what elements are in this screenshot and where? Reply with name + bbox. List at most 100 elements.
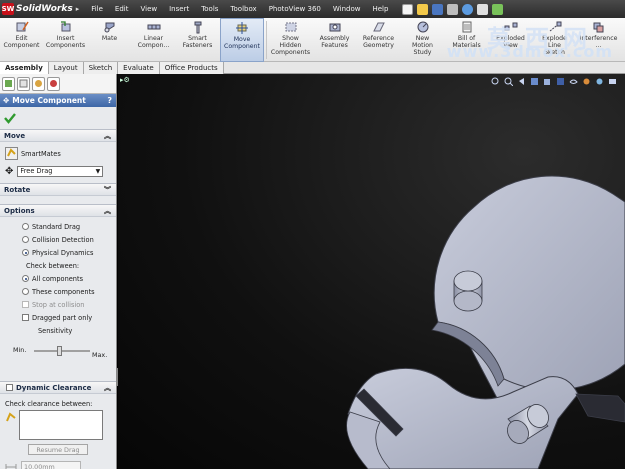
resume-drag-button[interactable]: Resume Drag [28,444,88,455]
display-manager-tab[interactable] [47,76,60,91]
property-manager-tab[interactable] [17,76,30,91]
menu-photoview[interactable]: PhotoView 360 [263,0,327,18]
assembly-model[interactable] [118,74,625,469]
physical-dynamics-option[interactable]: Physical Dynamics [22,246,111,259]
select-icon[interactable] [477,3,489,15]
smartmates-row[interactable]: SmartMates [5,146,111,161]
insert-components-icon [60,21,70,32]
stop-at-collision-checkbox[interactable] [22,301,29,308]
stop-at-collision-option[interactable]: Stop at collision [22,298,111,311]
menu-help[interactable]: Help [366,0,394,18]
fastener-icon [194,21,201,34]
menu-view[interactable]: View [134,0,163,18]
quick-access-toolbar [402,3,504,15]
collapse-chevron-icon[interactable]: ︽ [104,131,111,141]
smart-fasteners-button[interactable]: Smart Fasteners [176,18,220,62]
move-component-icon-small: ✥ [3,96,10,105]
tab-sketch[interactable]: Sketch [83,62,119,74]
options-group-title: Options [4,206,35,215]
move-group-body: SmartMates ✥ Free Drag ▼ [0,142,116,183]
expand-chevron-icon[interactable]: ︾ [104,185,111,195]
check-clearance-label: Check clearance between: [5,399,93,408]
menu-window[interactable]: Window [327,0,367,18]
standard-drag-option[interactable]: Standard Drag [22,220,111,233]
smartmates-label: SmartMates [21,149,61,158]
assembly-features-icon [329,23,340,32]
show-hidden-icon [285,22,296,32]
help-icon[interactable]: ? [107,96,112,105]
tab-layout[interactable]: Layout [48,62,84,74]
sensitivity-min-label: Min. [13,346,27,354]
new-document-icon[interactable] [402,3,414,15]
reference-geometry-button[interactable]: Reference Geometry [357,18,401,62]
standard-drag-radio[interactable] [22,223,29,230]
collision-detection-option[interactable]: Collision Detection [22,233,111,246]
edit-component-label: Edit Component [3,35,40,49]
app-logo[interactable]: SW SolidWorks ▸ [0,0,85,18]
mate-icon [104,22,114,33]
dragged-part-only-checkbox[interactable] [22,314,29,321]
options-group-header[interactable]: Options ︽ [0,204,116,217]
mate-button[interactable]: Mate [88,18,132,62]
property-manager-panel: ✥ Move Component ? Move ︽ SmartMates ✥ F… [0,74,117,469]
save-icon[interactable] [432,3,444,15]
clearance-selection-box[interactable] [19,410,103,440]
these-components-radio[interactable] [22,288,29,295]
physical-dynamics-radio[interactable] [22,249,29,256]
move-component-button[interactable]: Move Component [220,18,264,62]
smartmates-icon[interactable] [5,147,18,160]
smart-fasteners-label: Smart Fasteners [182,35,213,49]
rotate-group-header[interactable]: Rotate ︾ [0,183,116,196]
disk-pin[interactable] [453,270,483,312]
property-list-icon [19,79,28,88]
menu-toolbox[interactable]: Toolbox [224,0,262,18]
rebuild-icon[interactable] [492,3,504,15]
dropdown-arrow-icon: ▼ [95,167,101,175]
all-components-radio[interactable] [22,275,29,282]
dynamic-clearance-body: Check clearance between: Resume Drag 10.… [0,394,116,469]
all-components-option[interactable]: All components [22,272,111,285]
menu-edit[interactable]: Edit [109,0,135,18]
sensitivity-max-label: Max. [92,351,108,359]
clearance-value-input[interactable]: 10.00mm [21,461,81,469]
rotate-spacer [0,196,116,204]
menu-file[interactable]: File [85,0,109,18]
drag-mode-select[interactable]: Free Drag ▼ [17,165,104,177]
tab-office-products[interactable]: Office Products [159,62,224,74]
ok-checkmark-icon[interactable] [4,112,16,124]
clearance-collapse-chevron-icon[interactable]: ︽ [104,383,111,393]
new-motion-study-button[interactable]: New Motion Study [401,18,445,62]
move-group-header[interactable]: Move ︽ [0,129,116,142]
collision-detection-radio[interactable] [22,236,29,243]
dynamic-clearance-header[interactable]: Dynamic Clearance ︽ [0,381,116,394]
menu-insert[interactable]: Insert [163,0,195,18]
reference-geometry-label: Reference Geometry [362,35,395,49]
sensitivity-slider-thumb[interactable] [56,346,62,356]
print-icon[interactable] [447,3,459,15]
dynamic-clearance-checkbox[interactable] [6,384,13,391]
feature-manager-tab[interactable] [2,76,15,91]
undo-icon[interactable] [462,3,474,15]
insert-components-button[interactable]: Insert Components [44,18,88,62]
dragged-part-only-option[interactable]: Dragged part only [22,311,111,324]
edit-component-button[interactable]: Edit Component [0,18,44,62]
graphics-viewport[interactable]: ▸⚙ [118,74,625,469]
assembly-features-button[interactable]: Assembly Features [313,18,357,62]
tab-evaluate[interactable]: Evaluate [118,62,160,74]
sensitivity-track[interactable] [34,350,90,352]
open-icon[interactable] [417,3,429,15]
linear-component-button[interactable]: Linear Compon... [132,18,176,62]
check-between-label: Check between: [26,261,80,270]
menu-tools[interactable]: Tools [195,0,224,18]
these-components-option[interactable]: These components [22,285,111,298]
clearance-selection-row [5,410,111,440]
tab-assembly[interactable]: Assembly [0,62,49,74]
menu-bar: SW SolidWorks ▸ File Edit View Insert To… [0,0,625,18]
command-tabs: Assembly Layout Sketch Evaluate Office P… [0,62,625,74]
app-menu-arrow-icon[interactable]: ▸ [76,5,80,13]
dynamic-clearance-title: Dynamic Clearance [16,383,92,392]
show-hidden-components-button[interactable]: Show Hidden Components [269,18,313,62]
options-collapse-chevron-icon[interactable]: ︽ [104,206,111,216]
configuration-manager-tab[interactable] [32,76,45,91]
watermark-url: www.3dmox.com [446,42,613,61]
